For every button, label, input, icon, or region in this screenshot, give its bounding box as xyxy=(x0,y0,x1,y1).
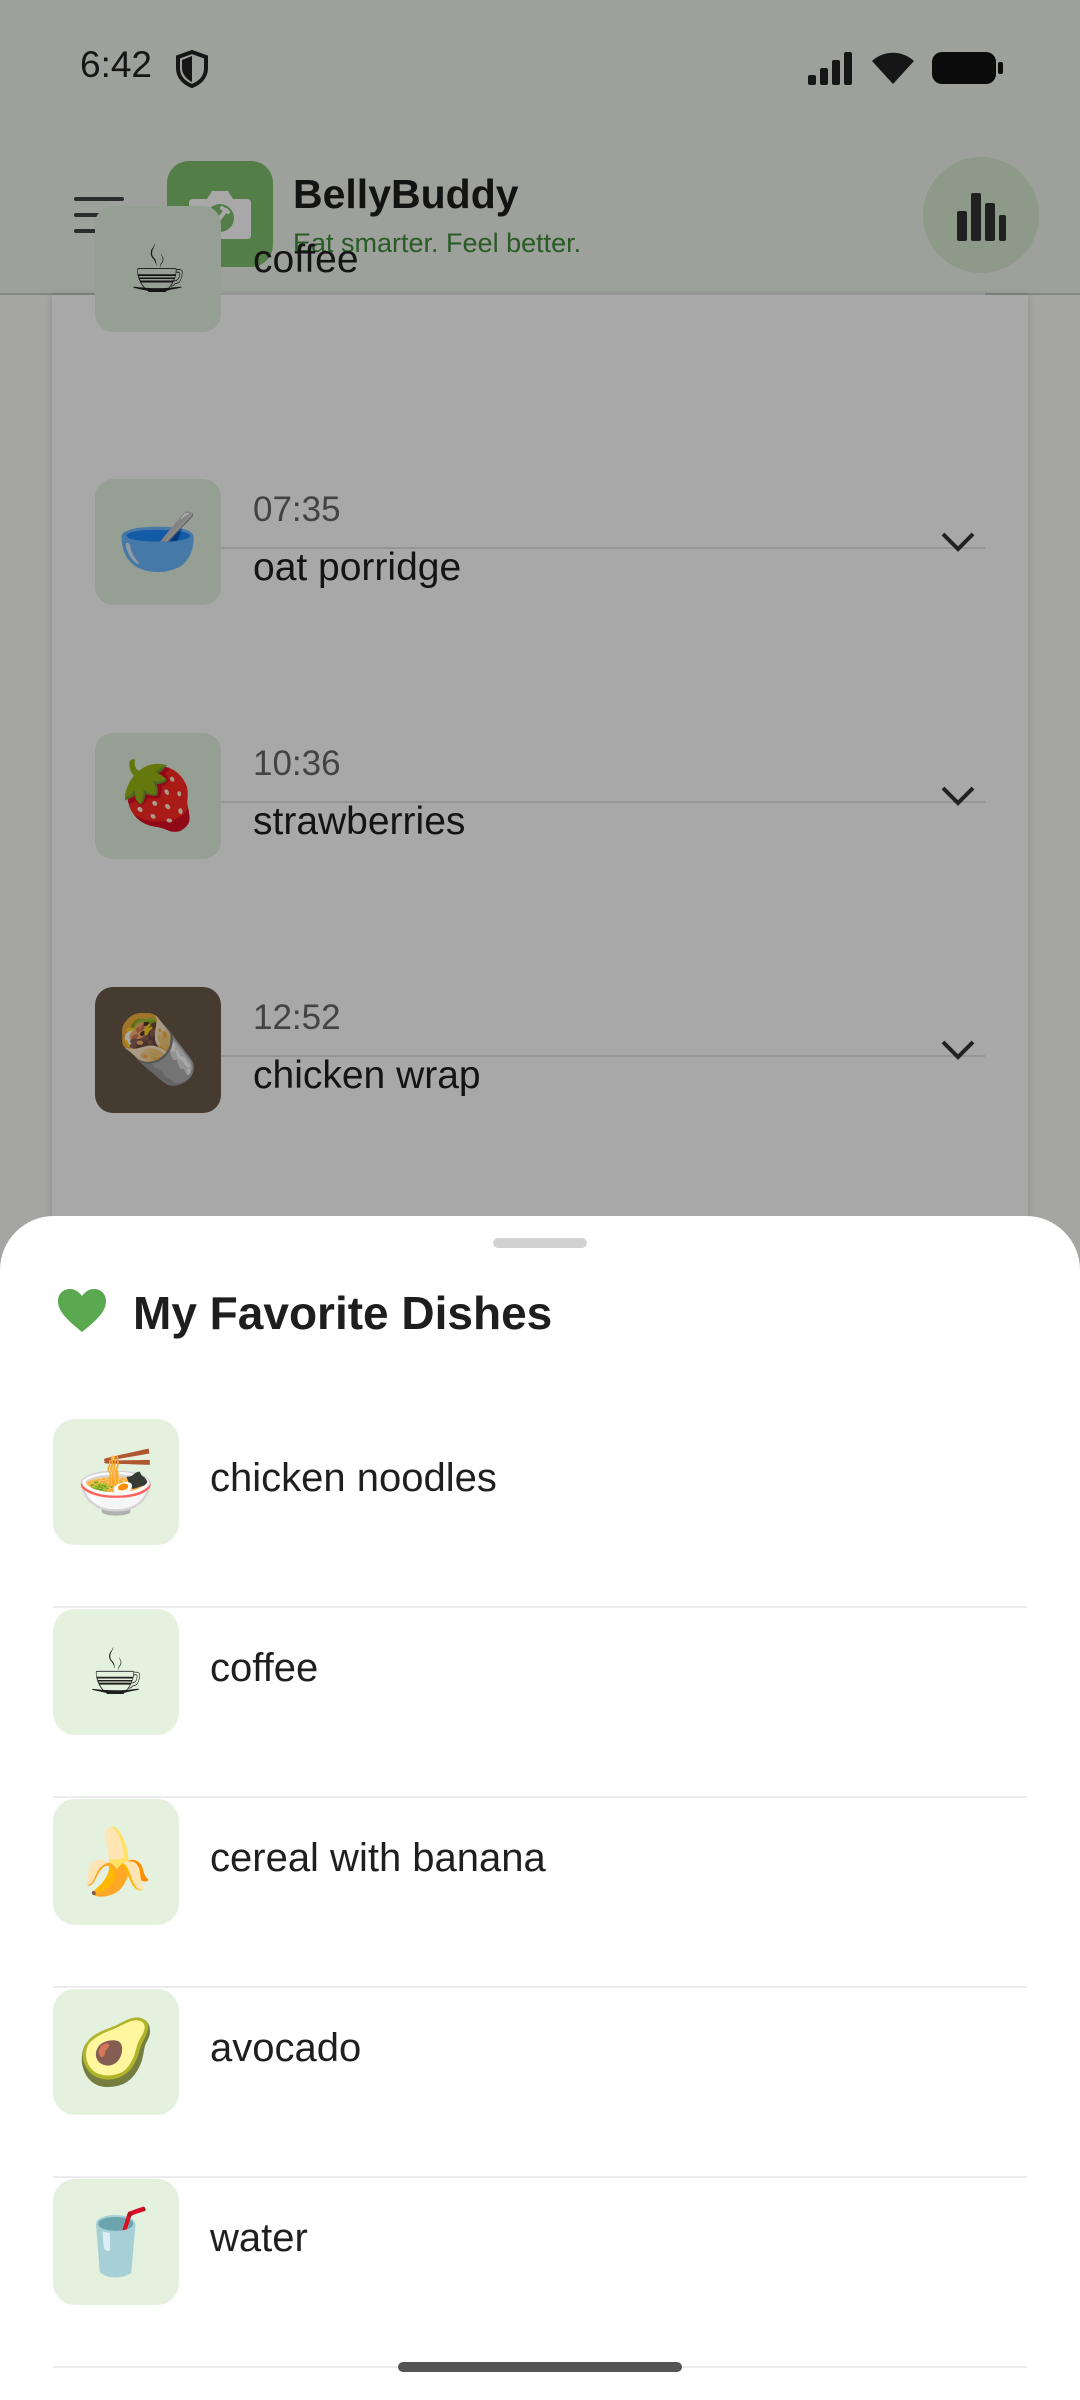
favorite-item[interactable]: 🥤 water xyxy=(53,2178,1027,2368)
drag-handle[interactable] xyxy=(493,1238,587,1248)
dish-thumbnail: 🥤 xyxy=(53,2179,179,2305)
favorites-bottom-sheet: My Favorite Dishes 🍜 chicken noodles ☕ c… xyxy=(0,1216,1080,2400)
home-indicator[interactable] xyxy=(398,2362,682,2372)
dish-label: water xyxy=(210,2216,308,2260)
favorite-item[interactable]: 🍜 chicken noodles xyxy=(53,1418,1027,1608)
heart-icon xyxy=(58,1289,106,1332)
dish-thumbnail: 🥑 xyxy=(53,1989,179,2115)
dish-label: avocado xyxy=(210,2026,362,2070)
dish-thumbnail: ☕ xyxy=(53,1609,179,1735)
favorite-item[interactable]: 🍌 cereal with banana xyxy=(53,1798,1027,1988)
dish-thumbnail: 🍌 xyxy=(53,1799,179,1925)
dish-thumbnail: 🍜 xyxy=(53,1419,179,1545)
dish-label: cereal with banana xyxy=(210,1836,546,1880)
favorite-item[interactable]: 🥑 avocado xyxy=(53,1988,1027,2178)
dish-label: coffee xyxy=(210,1646,319,1690)
favorite-item[interactable]: ☕ coffee xyxy=(53,1608,1027,1798)
dish-label: chicken noodles xyxy=(210,1456,497,1500)
sheet-title: My Favorite Dishes xyxy=(133,1287,553,1339)
